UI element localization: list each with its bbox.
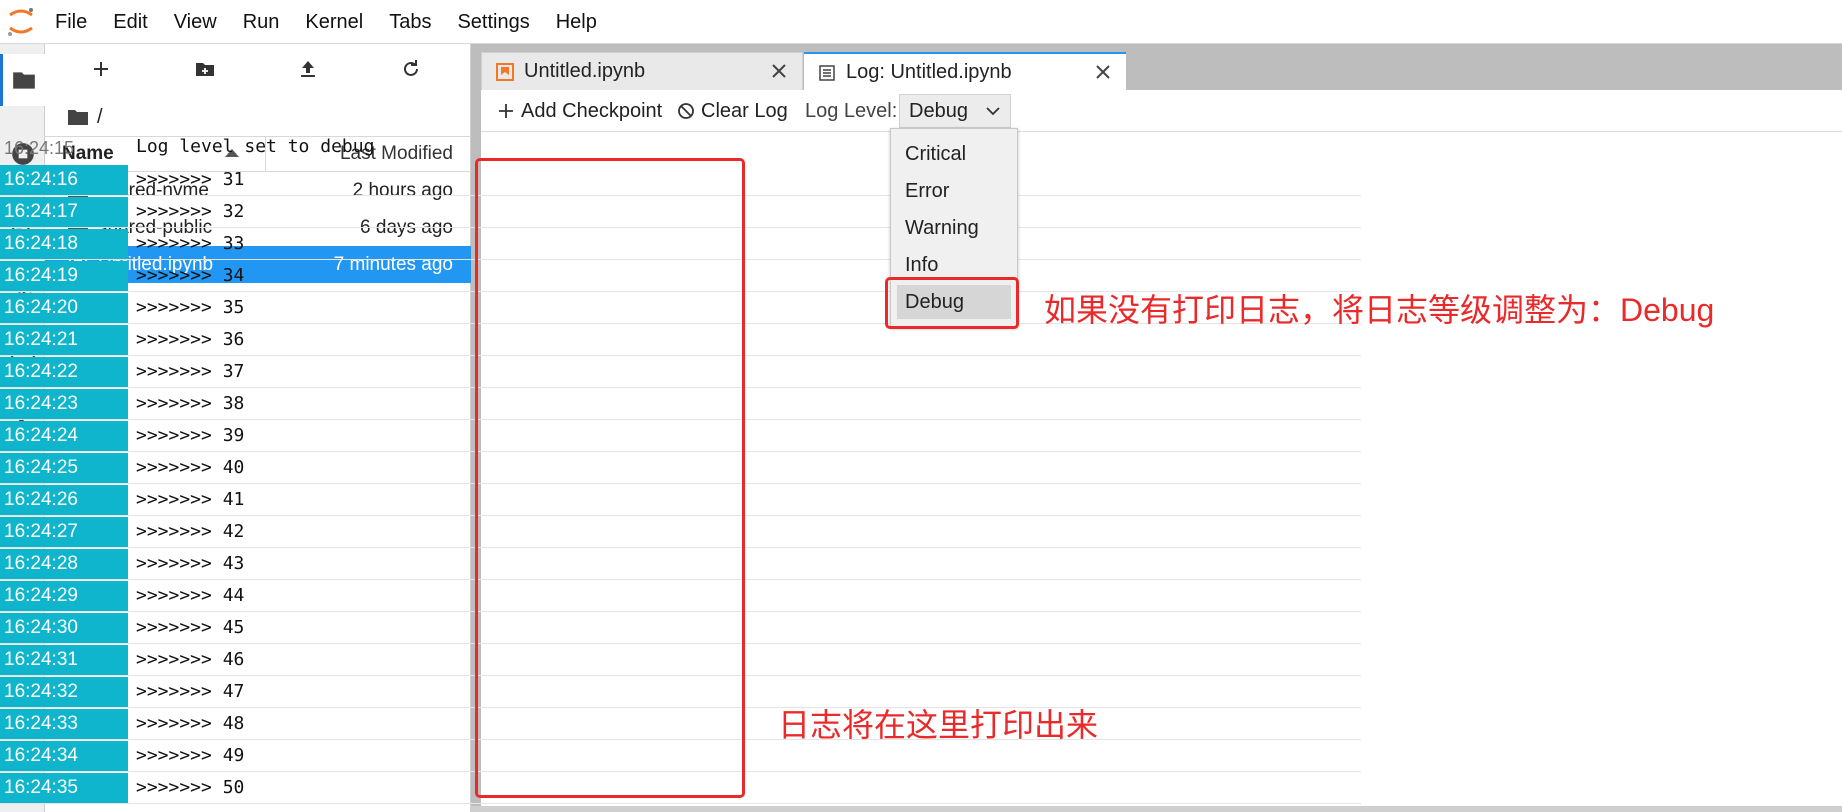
log-message: >>>>>>> 40 [136,457,245,478]
new-launcher-button[interactable] [86,56,116,82]
menu-tabs[interactable]: Tabs [376,11,444,34]
log-message: >>>>>>> 39 [136,425,245,446]
menu-settings[interactable]: Settings [444,11,542,34]
clear-log-label: Clear Log [701,99,788,122]
new-folder-button[interactable] [190,56,220,82]
menu-view[interactable]: View [161,11,230,34]
refresh-icon [404,60,418,76]
clear-icon [678,103,694,119]
log-entry-level-change: 16:24:15 Log level set to debug [0,134,1361,160]
close-icon[interactable] [770,62,788,80]
log-timestamp: 16:24:34 [0,741,128,771]
debug-option-highlight [885,277,1019,329]
breadcrumb[interactable]: / [67,102,103,132]
new-folder-icon [196,63,214,76]
plus-icon [94,62,108,76]
upload-button[interactable] [293,56,323,82]
log-timestamp: 16:24:22 [0,357,128,387]
log-message: Log level set to debug [136,136,375,157]
log-timestamp: 16:24:25 [0,453,128,483]
log-timestamp: 16:24:27 [0,517,128,547]
log-message: >>>>>>> 41 [136,489,245,510]
close-icon[interactable] [1094,63,1112,81]
clear-log-button[interactable]: Clear Log [677,98,788,124]
log-timestamp: 16:24:15 [4,138,75,158]
chevron-down-icon [986,107,1000,116]
log-timestamp: 16:24:24 [0,421,128,451]
log-message: >>>>>>> 38 [136,393,245,414]
folder-icon [13,72,35,89]
log-timestamp: 16:24:35 [0,773,128,803]
log-timestamp: 16:24:29 [0,581,128,611]
log-timestamp: 16:24:19 [0,261,128,291]
log-level-value: Debug [909,99,968,122]
upload-icon [301,61,315,77]
tab-log-untitled-ipynb[interactable]: Log: Untitled.ipynb [804,52,1126,91]
tab-label: Log: Untitled.ipynb [846,61,1012,83]
menu-run[interactable]: Run [230,11,293,34]
log-level-option-error[interactable]: Error [891,174,1017,208]
menu-help[interactable]: Help [543,11,610,34]
breadcrumb-root[interactable]: / [97,106,103,129]
plus-icon [499,104,513,118]
log-level-option-warning[interactable]: Warning [891,211,1017,245]
log-message: >>>>>>> 46 [136,649,245,670]
log-level-select[interactable]: Debug [899,94,1011,128]
file-browser-toolbar [45,44,471,94]
menubar: File Edit View Run Kernel Tabs Settings Help [0,0,1842,44]
log-message: >>>>>>> 34 [136,265,245,286]
refresh-button[interactable] [396,56,426,82]
log-timestamp: 16:24:30 [0,613,128,643]
log-message: >>>>>>> 31 [136,169,245,190]
log-message: >>>>>>> 42 [136,521,245,542]
log-message: >>>>>>> 48 [136,713,245,734]
log-message: >>>>>>> 49 [136,745,245,766]
log-message: >>>>>>> 50 [136,777,245,798]
folder-icon [68,110,88,125]
log-message: >>>>>>> 35 [136,297,245,318]
log-message: >>>>>>> 32 [136,201,245,222]
debug-hint-annotation: 如果没有打印日志，将日志等级调整为：Debug [1044,292,1715,328]
log-timestamp: 16:24:32 [0,677,128,707]
menu-items: File Edit View Run Kernel Tabs Settings Help [42,0,610,44]
horizontal-scrollbar[interactable] [471,806,1842,812]
log-output-highlight [475,158,745,798]
log-level-label: Log Level: [805,100,898,122]
log-level-option-critical[interactable]: Critical [891,137,1017,171]
log-message: >>>>>>> 37 [136,361,245,382]
log-message: >>>>>>> 43 [136,553,245,574]
log-timestamp: 16:24:31 [0,645,128,675]
log-message: >>>>>>> 36 [136,329,245,350]
log-timestamp: 16:24:33 [0,709,128,739]
log-timestamp: 16:24:18 [0,229,128,259]
menu-edit[interactable]: Edit [100,11,160,34]
notebook-icon [496,62,514,81]
tab-label: Untitled.ipynb [524,60,646,82]
log-timestamp: 16:24:21 [0,325,128,355]
log-timestamp: 16:24:28 [0,549,128,579]
menu-file[interactable]: File [42,11,100,34]
list-icon [819,64,835,81]
log-hint-annotation: 日志将在这里打印出来 [778,707,1099,743]
log-timestamp: 16:24:16 [0,165,128,195]
add-checkpoint-button[interactable]: Add Checkpoint [497,98,662,124]
log-message: >>>>>>> 33 [136,233,245,254]
log-message: >>>>>>> 45 [136,617,245,638]
menu-kernel[interactable]: Kernel [292,11,376,34]
log-timestamp: 16:24:23 [0,389,128,419]
log-timestamp: 16:24:26 [0,485,128,515]
log-toolbar: Add Checkpoint Clear Log Log Level: Debu… [481,90,1842,132]
tab-untitled-ipynb[interactable]: Untitled.ipynb [481,52,803,90]
file-browser-tab[interactable] [0,54,45,106]
log-message: >>>>>>> 47 [136,681,245,702]
log-message: >>>>>>> 44 [136,585,245,606]
log-timestamp: 16:24:17 [0,197,128,227]
log-timestamp: 16:24:20 [0,293,128,323]
add-checkpoint-label: Add Checkpoint [521,99,663,122]
jupyter-logo-icon[interactable] [6,6,36,38]
